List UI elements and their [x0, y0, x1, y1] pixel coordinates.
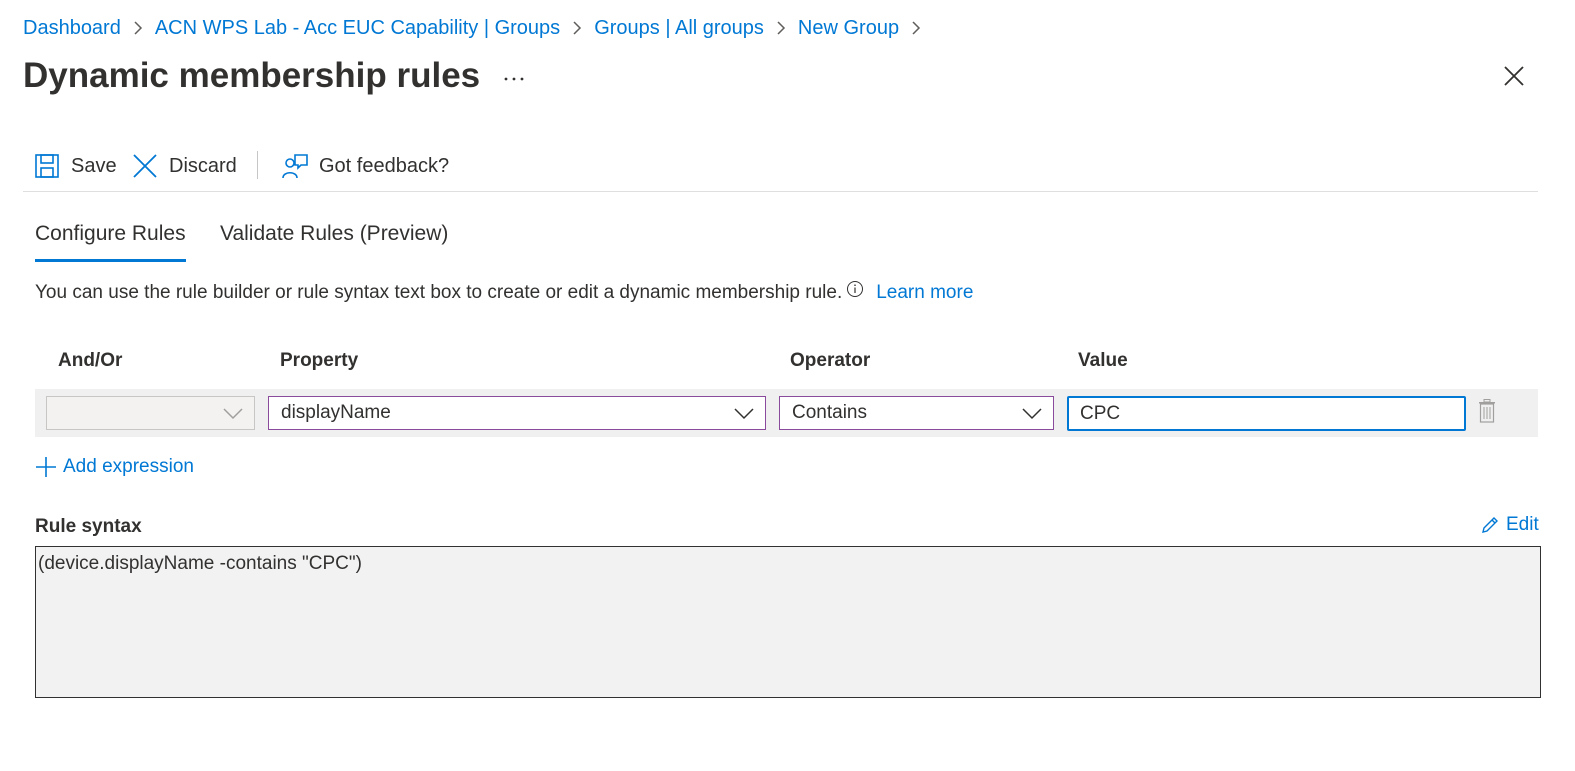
rule-syntax-label: Rule syntax	[35, 516, 142, 537]
close-button[interactable]	[1498, 62, 1530, 94]
pencil-icon	[1480, 515, 1500, 535]
discard-icon	[131, 152, 159, 180]
close-icon	[1503, 65, 1525, 92]
operator-dropdown[interactable]: Contains	[779, 396, 1054, 430]
add-expression-label: Add expression	[63, 456, 194, 477]
toolbar: Save Discard Got feedback?	[23, 145, 1538, 192]
trash-icon	[1478, 398, 1496, 428]
feedback-button[interactable]: Got feedback?	[281, 149, 449, 183]
page-title: Dynamic membership rules	[23, 56, 481, 95]
chevron-right-icon	[899, 17, 933, 40]
breadcrumb-dashboard[interactable]: Dashboard	[23, 17, 121, 40]
plus-icon	[35, 456, 57, 478]
breadcrumb-new-group[interactable]: New Group	[798, 17, 899, 40]
feedback-icon	[281, 152, 309, 180]
breadcrumb-groups[interactable]: ACN WPS Lab - Acc EUC Capability | Group…	[155, 17, 560, 40]
chevron-right-icon	[560, 17, 594, 40]
chevron-right-icon	[121, 17, 155, 40]
description-text: You can use the rule builder or rule syn…	[35, 282, 843, 303]
property-value: displayName	[281, 402, 391, 423]
description: You can use the rule builder or rule syn…	[35, 280, 973, 304]
column-header-property: Property	[280, 350, 359, 371]
chevron-right-icon	[764, 17, 798, 40]
value-input[interactable]	[1067, 396, 1466, 431]
column-header-andor: And/Or	[58, 350, 123, 371]
save-button[interactable]: Save	[33, 149, 117, 183]
add-expression-button[interactable]: Add expression	[35, 454, 194, 480]
edit-rule-button[interactable]: Edit	[1480, 512, 1539, 538]
save-label: Save	[71, 154, 117, 177]
ellipsis-icon	[503, 69, 525, 87]
tab-configure-rules[interactable]: Configure Rules	[35, 222, 186, 262]
rule-syntax-textbox[interactable]: (device.displayName -contains "CPC")	[35, 546, 1541, 698]
chevron-down-icon	[222, 405, 244, 427]
tab-validate-rules[interactable]: Validate Rules (Preview)	[220, 222, 448, 262]
discard-label: Discard	[169, 154, 237, 177]
page: Dashboard ACN WPS Lab - Acc EUC Capabili…	[0, 0, 1575, 771]
discard-button[interactable]: Discard	[131, 149, 237, 183]
column-header-value: Value	[1078, 350, 1128, 371]
rule-syntax-text: (device.displayName -contains "CPC")	[38, 553, 362, 574]
save-icon	[33, 152, 61, 180]
operator-value: Contains	[792, 402, 867, 423]
edit-label: Edit	[1506, 514, 1539, 535]
learn-more-link[interactable]: Learn more	[876, 282, 973, 304]
andor-dropdown[interactable]	[46, 396, 255, 430]
column-header-operator: Operator	[790, 350, 871, 371]
chevron-down-icon	[1021, 405, 1043, 427]
breadcrumb: Dashboard ACN WPS Lab - Acc EUC Capabili…	[23, 14, 933, 42]
more-options-button[interactable]	[500, 64, 528, 92]
toolbar-divider	[257, 151, 258, 179]
property-dropdown[interactable]: displayName	[268, 396, 766, 430]
info-icon[interactable]	[846, 280, 864, 298]
chevron-down-icon	[733, 405, 755, 427]
feedback-label: Got feedback?	[319, 154, 450, 177]
breadcrumb-all-groups[interactable]: Groups | All groups	[594, 17, 764, 40]
delete-expression-button[interactable]	[1476, 398, 1498, 428]
